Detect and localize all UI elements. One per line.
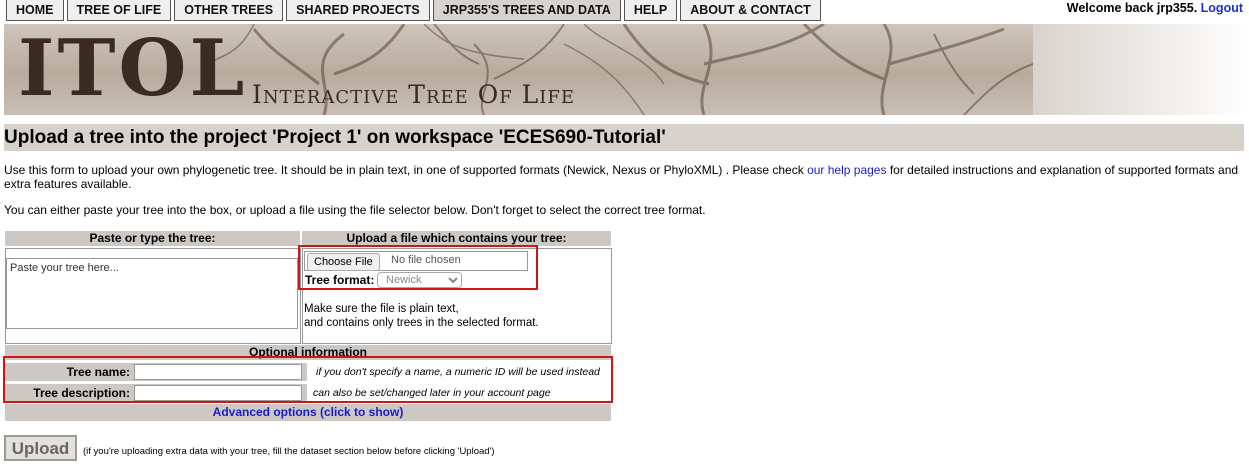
advanced-options-row: Advanced options (click to show) (5, 404, 611, 421)
itol-banner: ITOL Interactive Tree Of Life (4, 24, 1033, 115)
tab-my-trees-and-data[interactable]: JRP355'S TREES AND DATA (432, 0, 621, 21)
help-pages-link[interactable]: our help pages (807, 163, 886, 177)
intro-paragraph: Use this form to upload your own phyloge… (4, 163, 1244, 191)
banner-fade (1033, 24, 1249, 115)
tab-shared-projects[interactable]: SHARED PROJECTS (286, 0, 430, 21)
itol-tagline: Interactive Tree Of Life (252, 80, 576, 109)
paste-header: Paste or type the tree: (5, 231, 300, 246)
intro-text-before: Use this form to upload your own phyloge… (4, 163, 808, 177)
tab-home[interactable]: HOME (6, 0, 64, 21)
format-note-line-1: Make sure the file is plain text, (304, 303, 459, 315)
tab-help[interactable]: HELP (623, 0, 678, 21)
upload-note: (if you're uploading extra data with you… (83, 446, 495, 457)
tab-other-trees[interactable]: OTHER TREES (174, 0, 284, 21)
itol-logo: ITOL (18, 24, 248, 114)
format-note-line-2: and contains only trees in the selected … (304, 317, 539, 329)
page-title: Upload a tree into the project 'Project … (4, 124, 1244, 151)
highlight-optional-info (3, 356, 613, 403)
tree-paste-textarea[interactable]: Paste your tree here... (6, 258, 298, 329)
upload-button[interactable]: Upload (4, 435, 77, 461)
format-note: Make sure the file is plain text, and co… (304, 302, 539, 330)
tab-tree-of-life[interactable]: TREE OF LIFE (66, 0, 172, 21)
nav-tabs: HOME TREE OF LIFE OTHER TREES SHARED PRO… (6, 0, 824, 21)
highlight-file-format (298, 245, 538, 290)
upload-header: Upload a file which contains your tree: (302, 231, 611, 246)
logout-link[interactable]: Logout (1201, 1, 1243, 15)
tab-about-contact[interactable]: ABOUT & CONTACT (680, 0, 821, 21)
top-nav: HOME TREE OF LIFE OTHER TREES SHARED PRO… (0, 0, 1249, 22)
welcome-text: Welcome back jrp355. (1066, 1, 1198, 15)
intro-paragraph-2: You can either paste your tree into the … (4, 203, 706, 217)
welcome-message: Welcome back jrp355. Logout (1067, 1, 1243, 15)
advanced-options-link[interactable]: Advanced options (click to show) (213, 405, 404, 419)
